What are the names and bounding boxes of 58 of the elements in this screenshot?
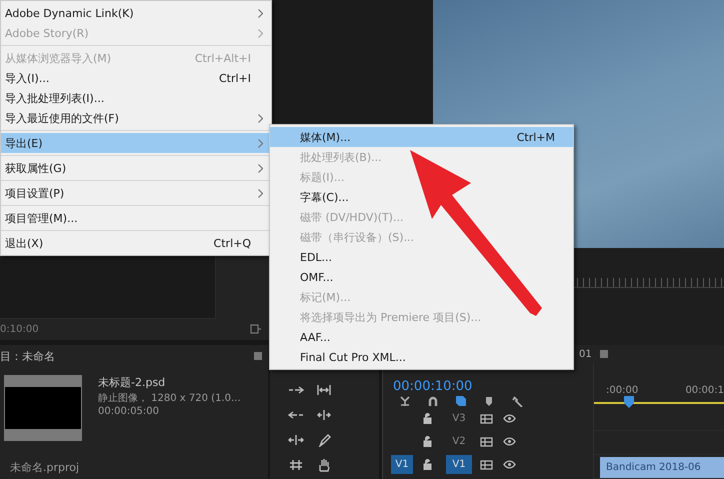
- menu-item[interactable]: EDL...: [270, 247, 573, 267]
- shortcut-text: Ctrl+Alt+I: [194, 52, 251, 64]
- menu-item[interactable]: 媒体(M)... Ctrl+M: [270, 127, 573, 147]
- panel-menu-icon[interactable]: [600, 350, 608, 358]
- menu-item[interactable]: 导入(I)... Ctrl+I: [1, 68, 271, 88]
- ruler-label: 00:00:1: [685, 385, 724, 396]
- shortcut-text: Ctrl+M: [516, 130, 555, 144]
- chevron-icon: [258, 8, 263, 18]
- chevron-icon: [258, 114, 263, 122]
- menu-item[interactable]: 项目设置(P): [1, 183, 271, 203]
- chevron-icon: [258, 164, 263, 172]
- chevron-icon: [258, 188, 263, 198]
- panel-title: 目：未命名: [0, 348, 55, 364]
- timeline-clip[interactable]: Bandicam 2018-06: [600, 457, 724, 478]
- shortcut-text: Ctrl+I: [218, 72, 251, 84]
- lock-icon[interactable]: [423, 413, 432, 424]
- eye-icon[interactable]: [503, 437, 516, 446]
- menu-item[interactable]: 退出(X) Ctrl+Q: [1, 233, 271, 253]
- magnet-icon[interactable]: [427, 395, 439, 407]
- eye-icon[interactable]: [503, 414, 516, 423]
- lock-icon[interactable]: [423, 436, 432, 447]
- clip-info: 静止图像， 1280 x 720 (1.0...: [98, 392, 241, 405]
- track-target-button[interactable]: V1: [446, 455, 472, 474]
- bracket-arrow-icon[interactable]: [316, 382, 332, 396]
- marker-icon[interactable]: [483, 395, 495, 407]
- clip-thumbnail[interactable]: [4, 375, 82, 441]
- split-arrows-icon[interactable]: [316, 408, 332, 422]
- eye-icon[interactable]: [503, 460, 516, 469]
- menu-item[interactable]: 获取属性(G): [1, 158, 271, 178]
- shortcut-text: Ctrl+Q: [214, 236, 251, 250]
- menu-item[interactable]: 导入批处理列表(I)...: [1, 88, 271, 108]
- playhead-timecode[interactable]: 00:00:10:00: [393, 379, 472, 395]
- timecode: 0:10:00: [0, 324, 39, 334]
- playhead-icon[interactable]: [624, 396, 634, 408]
- menu-item[interactable]: Adobe Dynamic Link(K): [1, 3, 271, 23]
- export-frame-icon[interactable]: [250, 324, 262, 334]
- menu-item[interactable]: AAF...: [270, 327, 573, 347]
- clip-name: 未标题-2.psd: [98, 375, 166, 390]
- track-target-button[interactable]: V2: [446, 432, 472, 451]
- chevron-icon: [258, 28, 263, 38]
- menu-item[interactable]: 导出(E): [1, 133, 271, 153]
- menu-item[interactable]: 字幕(C)...: [270, 187, 573, 207]
- project-file-name: 未命名.prproj: [10, 460, 80, 475]
- split-arrows-icon[interactable]: [288, 432, 304, 446]
- pen-icon[interactable]: [316, 432, 332, 446]
- menu-item[interactable]: 导入最近使用的文件(F): [1, 108, 271, 128]
- menu-item[interactable]: Final Cut Pro XML...: [270, 347, 573, 367]
- clip-duration: 00:00:05:00: [98, 406, 160, 417]
- lock-icon[interactable]: [423, 459, 432, 470]
- menu-item[interactable]: OMF...: [270, 267, 573, 287]
- track-target-button[interactable]: V3: [446, 409, 472, 428]
- chevron-icon: [258, 138, 263, 148]
- grid-icon[interactable]: [288, 458, 304, 472]
- ruler-label: :00:00: [606, 385, 638, 396]
- source-patch-button[interactable]: V1: [391, 455, 413, 474]
- menu-item[interactable]: 项目管理(M)...: [1, 208, 271, 228]
- wrench-icon[interactable]: [511, 395, 523, 407]
- sequence-name[interactable]: 01: [579, 348, 592, 360]
